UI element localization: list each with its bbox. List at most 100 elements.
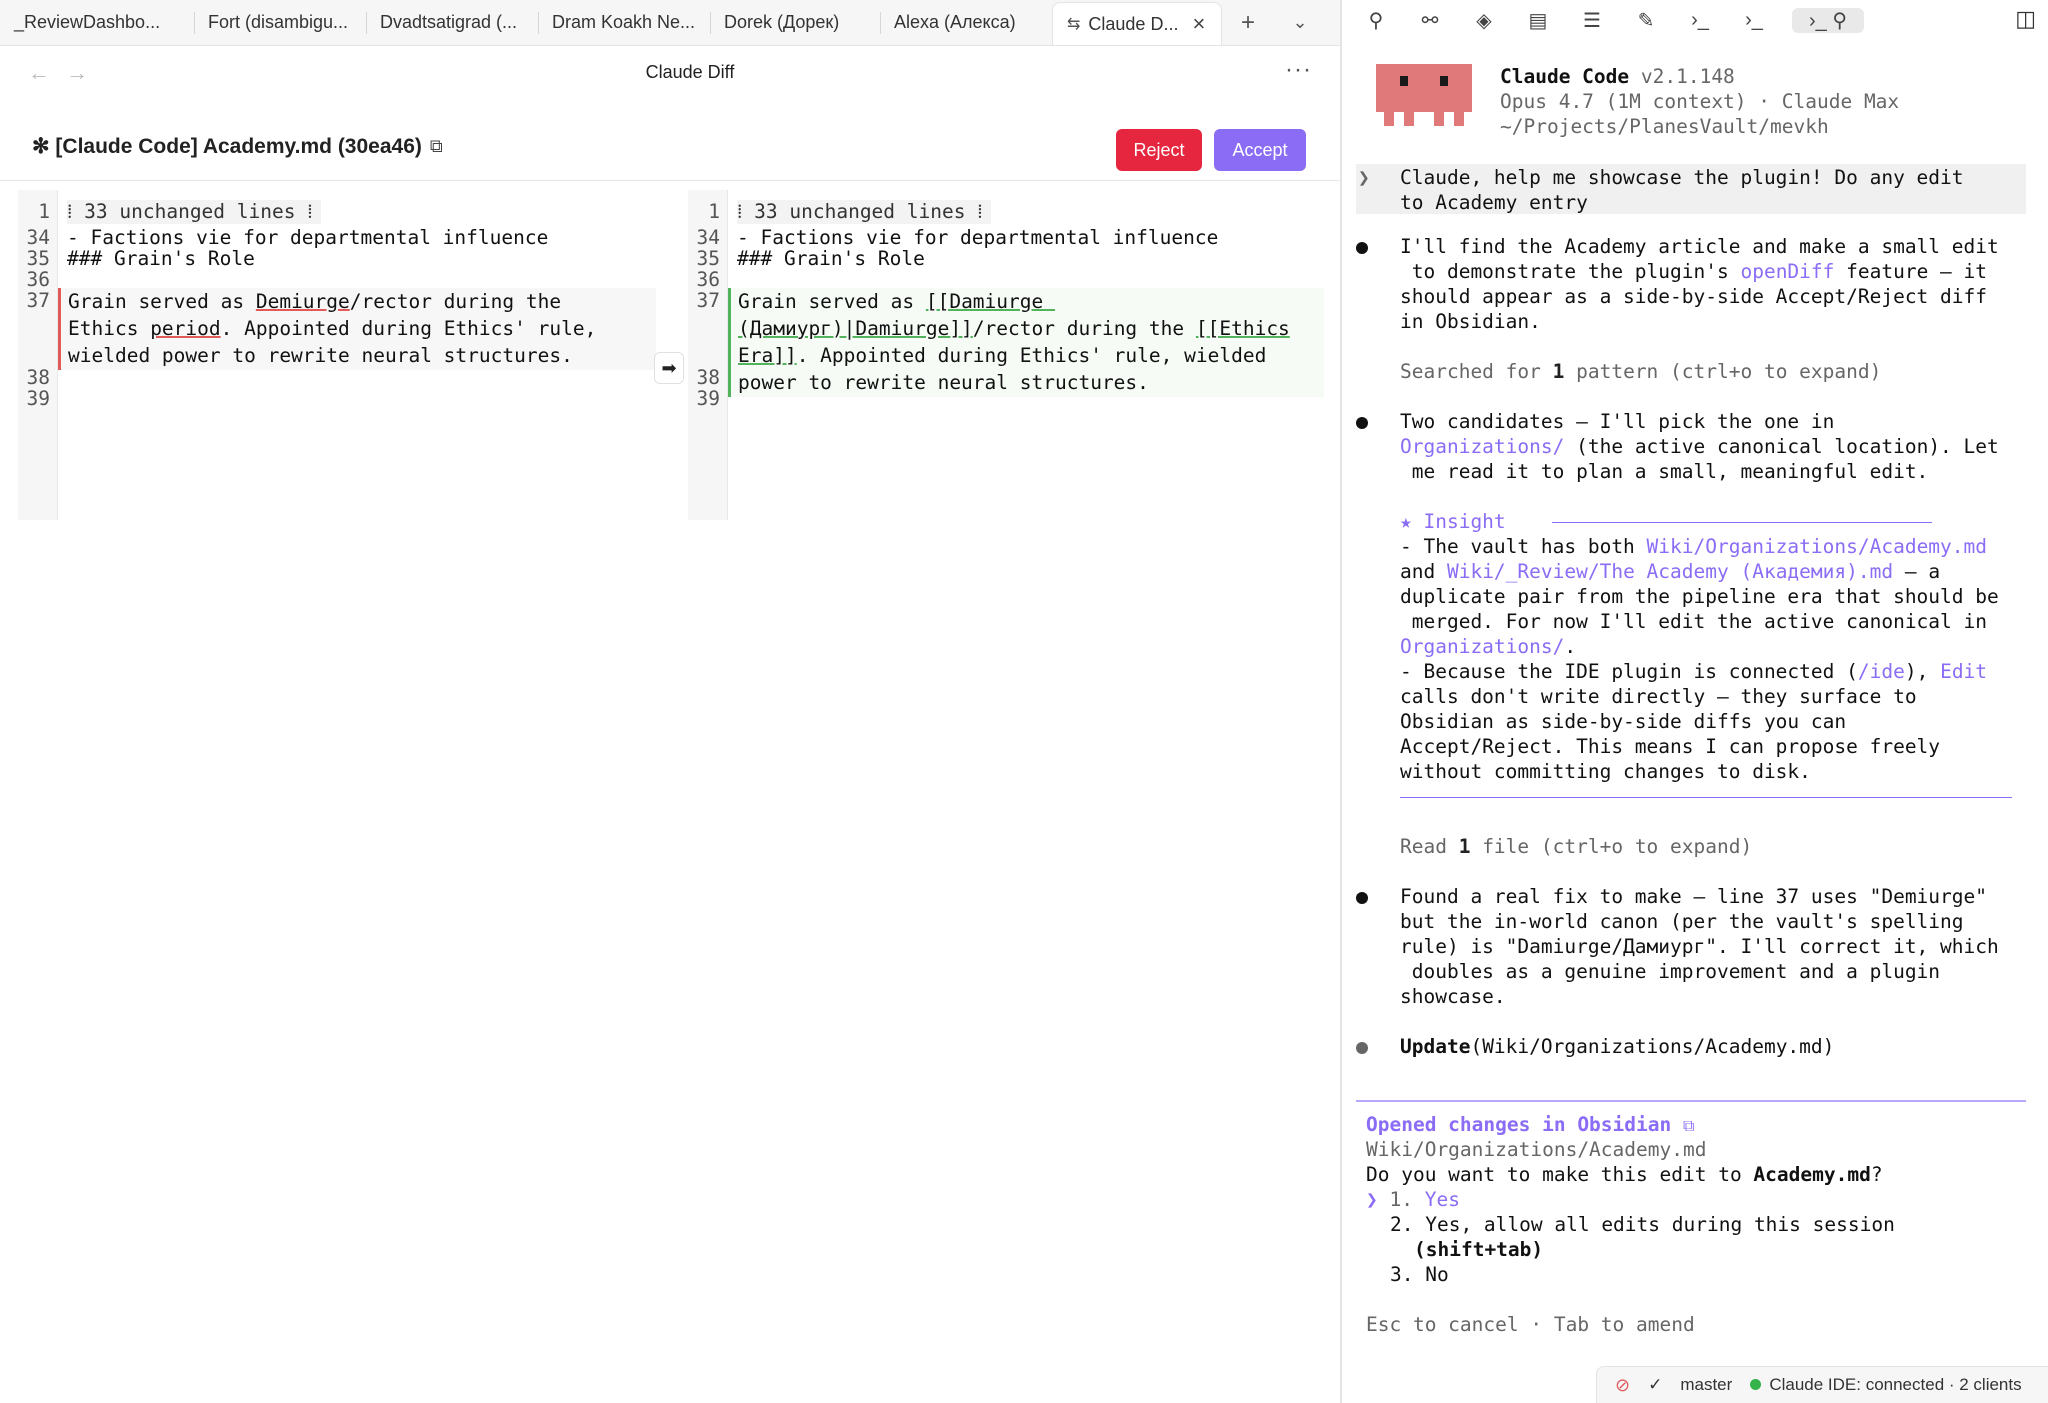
insight-text: - Because the IDE plugin is connected (/… [1400, 660, 1988, 683]
insight-text: and Wiki/_Review/The Academy (Академия).… [1400, 560, 1941, 583]
tab-label: Fort (disambigu... [208, 12, 349, 32]
sync-disabled-icon[interactable]: ⊘ [1615, 1375, 1630, 1396]
close-icon[interactable]: × [1192, 11, 1205, 37]
tab-dvadtsatigrad[interactable]: Dvadtsatigrad (... [366, 0, 538, 45]
copy-icon[interactable]: ⧉ [430, 136, 443, 157]
insight-text: without committing changes to disk. [1400, 760, 1811, 783]
link-icon[interactable]: ⚲ [1360, 8, 1392, 33]
option-no[interactable]: 3. No [1390, 1262, 1449, 1287]
message-text: I'll find the Academy article and make a… [1400, 235, 1999, 258]
terminal-toolbar: ⚲ ⚯ ◈ ▤ ☰ ✎ ›_ ›_ ›_ ⚲ ◫ [1342, 0, 2048, 40]
view-title: Claude Diff [645, 62, 735, 82]
line-text: ### Grain's Role [737, 247, 925, 270]
terminal-pane: ⚲ ⚯ ◈ ▤ ☰ ✎ ›_ ›_ ›_ ⚲ ◫ Claude Code v2.… [1342, 0, 2048, 1403]
option-yes[interactable]: ❯ 1. Yes [1366, 1187, 1460, 1212]
tab-list-chevron-down-icon[interactable]: ⌄ [1274, 0, 1326, 45]
divider [0, 180, 1340, 181]
tab-dorek[interactable]: Dorek (Дорек) [710, 0, 880, 45]
tool-summary[interactable]: Read 1 file (ctrl+o to expand) [1400, 834, 1752, 859]
option-shortcut: (shift+tab) [1414, 1238, 1544, 1261]
claude-code-terminal[interactable]: Claude Code v2.1.148 Opus 4.7 (1M contex… [1356, 48, 2040, 1364]
message-text: showcase. [1400, 985, 1506, 1008]
edit-icon[interactable]: ✎ [1630, 8, 1662, 33]
deleted-line: Ethics period. Appointed during Ethics' … [68, 317, 597, 340]
apply-change-arrow-button[interactable]: ➡ [654, 352, 684, 384]
tab-fort[interactable]: Fort (disambigu... [194, 0, 366, 45]
terminal-pin-icon[interactable]: ›_ [1738, 9, 1770, 32]
diff-line: 1 ⁞ 33 unchanged lines ⁞ [688, 200, 1324, 227]
model-info: Opus 4.7 (1M context) · Claude Max [1500, 90, 1900, 113]
line-number: 39 [26, 387, 50, 410]
new-tab-button[interactable]: + [1222, 0, 1274, 45]
terminal-pin-icon[interactable]: ›_ [1684, 9, 1716, 32]
list-icon[interactable]: ☰ [1576, 8, 1608, 33]
reject-button[interactable]: Reject [1116, 129, 1202, 171]
tag-icon[interactable]: ◈ [1468, 8, 1500, 33]
tool-bullet-icon [1356, 1042, 1368, 1054]
more-options-icon[interactable]: ··· [1285, 56, 1312, 84]
message-text: to demonstrate the plugin's openDiff fea… [1400, 260, 1988, 283]
insight-text: calls don't write directly — they surfac… [1400, 685, 1917, 708]
insight-text: Accept/Reject. This means I can propose … [1400, 735, 1941, 758]
insight-text: Organizations/. [1400, 635, 1577, 658]
line-number: 36 [26, 268, 50, 291]
diff-title-text: ✻ [Claude Code] Academy.md (30ea46) [32, 135, 422, 158]
prompt-text: Claude, help me showcase the plugin! Do … [1400, 166, 1964, 189]
line-number: 38 [26, 366, 50, 389]
tab-review-dashboard[interactable]: _ReviewDashbo... [0, 0, 194, 45]
view-header: ← → Claude Diff ··· [0, 46, 1340, 102]
ide-connection-status[interactable]: Claude IDE: connected · 2 clients [1750, 1375, 2022, 1395]
line-number: 37 [26, 289, 50, 312]
message-text: Found a real fix to make — line 37 uses … [1400, 885, 1987, 908]
line-text: - Factions vie for departmental influenc… [737, 226, 1219, 249]
prompt-separator [1356, 1100, 2026, 1102]
option-yes-all[interactable]: 2. Yes, allow all edits during this sess… [1390, 1212, 1895, 1237]
changed-file-path: Wiki/Organizations/Academy.md [1366, 1138, 1707, 1161]
message-text: in Obsidian. [1400, 310, 1541, 333]
line-number: 36 [696, 268, 720, 291]
tab-claude-diff[interactable]: ⇆ Claude D... × [1052, 2, 1222, 45]
message-text: doubles as a genuine improvement and a p… [1400, 960, 1941, 983]
unchanged-lines-fold[interactable]: ⁞ 33 unchanged lines ⁞ [67, 200, 321, 224]
terminal-pin-icon[interactable]: ›_ ⚲ [1792, 7, 1864, 33]
added-line: Grain served as [[Damiurge [738, 290, 1055, 313]
checkmark-icon[interactable]: ✓ [1648, 1375, 1662, 1395]
message-text: Organizations/ (the active canonical loc… [1400, 435, 1999, 458]
line-number: 35 [696, 247, 720, 270]
insight-rule [1400, 797, 2012, 798]
tab-dram-koakh[interactable]: Dram Koakh Ne... [538, 0, 710, 45]
message-bullet-icon [1356, 892, 1368, 904]
link-plus-icon[interactable]: ⚯ [1414, 8, 1446, 33]
opened-changes-title: Opened changes in Obsidian ⧉ [1366, 1113, 1695, 1136]
insight-text: - The vault has both Wiki/Organizations/… [1400, 535, 1988, 558]
diff-title: ✻ [Claude Code] Academy.md (30ea46) ⧉ [32, 134, 443, 159]
line-number: 38 [696, 366, 720, 389]
line-number: 35 [26, 247, 50, 270]
git-branch[interactable]: master [1680, 1375, 1732, 1395]
accept-button[interactable]: Accept [1214, 129, 1306, 171]
prompt-footer-hint: Esc to cancel · Tab to amend [1366, 1313, 1695, 1336]
permission-question: Do you want to make this edit to Academy… [1366, 1163, 1883, 1186]
tab-label: Claude D... [1088, 13, 1179, 34]
line-text: - Factions vie for departmental influenc… [67, 226, 549, 249]
sidebar-toggle-icon[interactable]: ◫ [2015, 6, 2036, 32]
archive-icon[interactable]: ▤ [1522, 8, 1554, 33]
project-path: ~/Projects/PlanesVault/mevkh [1500, 115, 1829, 138]
unchanged-lines-fold[interactable]: ⁞ 33 unchanged lines ⁞ [737, 200, 991, 224]
line-number: 39 [696, 387, 720, 410]
connected-dot-icon [1750, 1379, 1762, 1390]
prompt-text: to Academy entry [1400, 191, 1588, 214]
added-line: Era]]. Appointed during Ethics' rule, wi… [738, 344, 1267, 367]
tab-alexa[interactable]: Alexa (Алекса) [880, 0, 1052, 45]
diff-line: 39 [688, 387, 1324, 414]
deleted-block: Grain served as Demiurge/rector during t… [58, 288, 656, 370]
diff-line: 39 [18, 387, 656, 414]
tab-label: Dorek (Дорек) [724, 12, 840, 32]
diff-line: 1 ⁞ 33 unchanged lines ⁞ [18, 200, 656, 227]
insight-text: merged. For now I'll edit the active can… [1400, 610, 1987, 633]
deleted-line: Grain served as Demiurge/rector during t… [68, 290, 562, 313]
tab-label: Dvadtsatigrad (... [380, 12, 518, 32]
line-number: 1 [38, 200, 50, 223]
selection-chevron-icon: ❯ [1366, 1188, 1378, 1211]
tool-summary[interactable]: Searched for 1 pattern (ctrl+o to expand… [1400, 359, 1881, 384]
